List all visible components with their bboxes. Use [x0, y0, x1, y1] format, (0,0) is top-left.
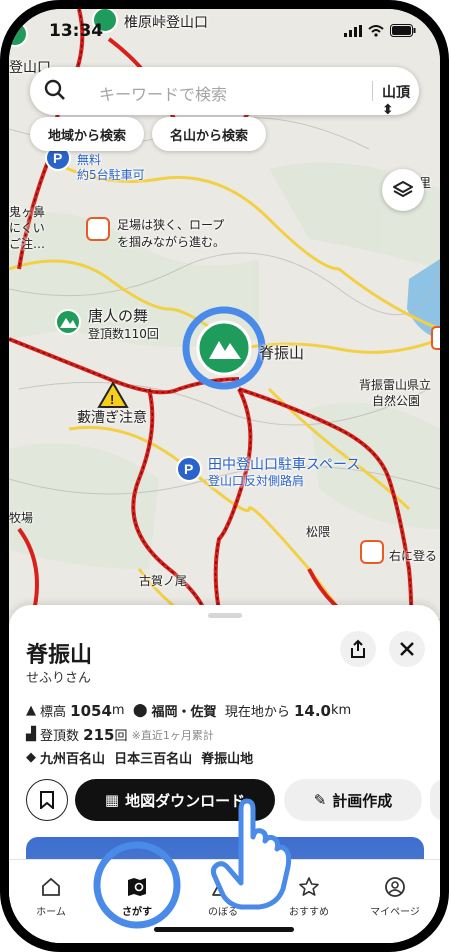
- tutorial-overlay: [93, 798, 292, 929]
- tab-highlight-ring: [93, 841, 181, 929]
- screen: P P ! 登山口 無料 約5台駐車可 鬼ヶ鼻 にくい ご注… 足場は狭く、ロー…: [9, 9, 440, 943]
- phone-frame: P P ! 登山口 無料 約5台駐車可 鬼ヶ鼻 にくい ご注… 足場は狭く、ロー…: [0, 0, 449, 952]
- pointer-hand-icon: [210, 798, 292, 910]
- home-indicator: [154, 927, 294, 932]
